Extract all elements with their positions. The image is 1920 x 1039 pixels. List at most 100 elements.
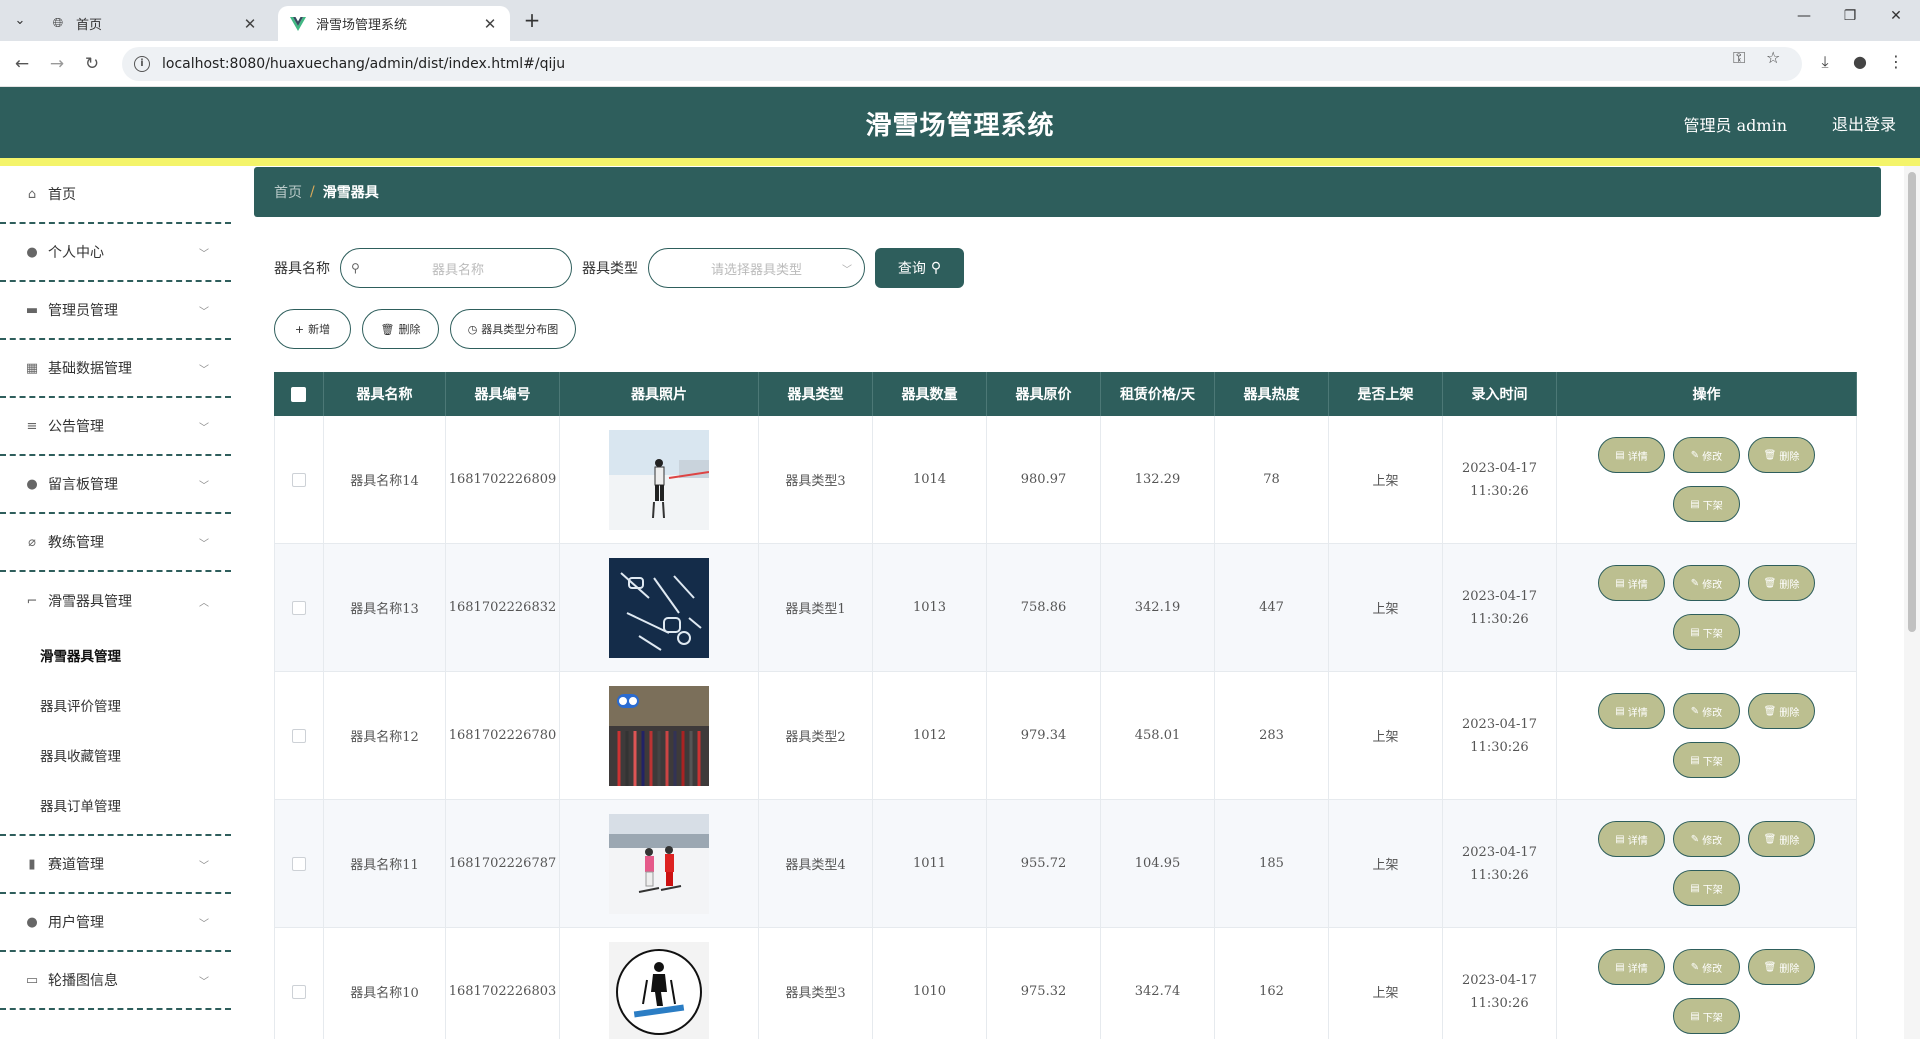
- detail-button[interactable]: ▤ 详情: [1598, 437, 1665, 473]
- password-key-icon[interactable]: ⚿: [1733, 48, 1745, 68]
- url-field[interactable]: i localhost:8080/huaxuechang/admin/dist/…: [122, 47, 1802, 81]
- equipment-rent-price: 104.95: [1101, 800, 1215, 927]
- column-header[interactable]: 器具数量: [873, 372, 987, 416]
- equipment-photo[interactable]: [609, 557, 709, 658]
- row-delete-button[interactable]: 🗑︎ 删除: [1748, 693, 1815, 729]
- submenu-item-equipment[interactable]: 滑雪器具管理: [0, 630, 231, 680]
- forward-icon[interactable]: →: [45, 52, 69, 76]
- close-window-icon[interactable]: ✕: [1876, 8, 1916, 32]
- row-checkbox[interactable]: [292, 728, 306, 743]
- detail-button[interactable]: ▤ 详情: [1598, 949, 1665, 985]
- row-checkbox-cell: [274, 544, 324, 671]
- sidebar-item-equipment[interactable]: ⌐ 滑雪器具管理 ︿: [0, 572, 231, 630]
- detail-button[interactable]: ▤ 详情: [1598, 821, 1665, 857]
- column-header[interactable]: 器具照片: [560, 372, 759, 416]
- doc-icon: ▤: [1690, 882, 1700, 894]
- name-search-input[interactable]: ⚲ 器具名称: [340, 248, 572, 288]
- edit-button[interactable]: ✎ 修改: [1673, 821, 1740, 857]
- equipment-photo-cell: [560, 544, 759, 671]
- logout-button[interactable]: 退出登录: [1832, 111, 1896, 135]
- bar-chart-icon: ▮: [28, 856, 36, 872]
- main-content: 首页 / 滑雪器具 器具名称 ⚲ 器具名称 器具类型 请选择器具类型 ﹀ 查询 …: [231, 166, 1900, 1039]
- sidebar-item-coaches[interactable]: ⌀ 教练管理 ﹀: [0, 514, 231, 572]
- detail-button-label: 详情: [1627, 963, 1648, 975]
- sidebar-item-carousel[interactable]: ▭ 轮播图信息 ﹀: [0, 952, 231, 1010]
- select-all-checkbox[interactable]: [291, 386, 306, 402]
- scrollbar-thumb[interactable]: [1908, 172, 1916, 632]
- reload-icon[interactable]: ↻: [80, 52, 104, 76]
- sidebar-item-users[interactable]: ● 用户管理 ﹀: [0, 894, 231, 952]
- chart-button-label: 器具类型分布图: [481, 323, 559, 336]
- delete-button[interactable]: 🗑︎ 删除: [362, 309, 439, 349]
- page-scrollbar[interactable]: [1904, 166, 1920, 1039]
- column-header[interactable]: 器具原价: [987, 372, 1101, 416]
- sidebar-item-notices[interactable]: ≡ 公告管理 ﹀: [0, 398, 231, 456]
- delete-button-label: 删除: [1779, 707, 1800, 719]
- sidebar-item-admins[interactable]: ▬ 管理员管理 ﹀: [0, 282, 231, 340]
- offline-button-label: 下架: [1702, 1012, 1723, 1024]
- sidebar-item-basic-data[interactable]: ▦ 基础数据管理 ﹀: [0, 340, 231, 398]
- close-tab-icon[interactable]: ✕: [482, 15, 498, 33]
- submenu-item-orders[interactable]: 器具订单管理: [0, 780, 231, 830]
- query-button[interactable]: 查询 ⚲: [875, 248, 964, 288]
- delete-button-label: 删除: [1779, 579, 1800, 591]
- column-header[interactable]: 是否上架: [1329, 372, 1443, 416]
- row-delete-button[interactable]: 🗑︎ 删除: [1748, 565, 1815, 601]
- menu-kebab-icon[interactable]: ⋮: [1884, 52, 1908, 76]
- sidebar-item-profile[interactable]: ● 个人中心 ﹀: [0, 224, 231, 282]
- equipment-photo[interactable]: [609, 941, 709, 1039]
- row-checkbox[interactable]: [292, 856, 306, 871]
- new-tab-button[interactable]: +: [520, 9, 544, 33]
- delete-button-label: 删除: [1779, 451, 1800, 463]
- profile-icon[interactable]: ●: [1848, 52, 1872, 76]
- type-select[interactable]: 请选择器具类型 ﹀: [648, 248, 865, 288]
- edit-button[interactable]: ✎ 修改: [1673, 437, 1740, 473]
- row-delete-button[interactable]: 🗑︎ 删除: [1748, 821, 1815, 857]
- offline-button[interactable]: ▤ 下架: [1673, 998, 1740, 1034]
- equipment-photo[interactable]: [609, 429, 709, 530]
- submenu-item-favorites[interactable]: 器具收藏管理: [0, 730, 231, 780]
- column-header[interactable]: 器具名称: [324, 372, 446, 416]
- row-delete-button[interactable]: 🗑︎ 删除: [1748, 437, 1815, 473]
- submenu-item-reviews[interactable]: 器具评价管理: [0, 680, 231, 730]
- edit-button[interactable]: ✎ 修改: [1673, 693, 1740, 729]
- browser-tab-home[interactable]: 🌐︎ 首页 ✕: [38, 6, 270, 41]
- minimize-icon[interactable]: —: [1784, 8, 1824, 32]
- offline-button[interactable]: ▤ 下架: [1673, 486, 1740, 522]
- offline-button-label: 下架: [1702, 628, 1723, 640]
- type-distribution-chart-button[interactable]: ◷ 器具类型分布图: [450, 309, 576, 349]
- row-checkbox[interactable]: [292, 984, 306, 999]
- sidebar-item-messages[interactable]: ● 留言板管理 ﹀: [0, 456, 231, 514]
- offline-button[interactable]: ▤ 下架: [1673, 742, 1740, 778]
- close-tab-icon[interactable]: ✕: [242, 15, 258, 33]
- column-header[interactable]: 器具类型: [759, 372, 873, 416]
- detail-button[interactable]: ▤ 详情: [1598, 693, 1665, 729]
- row-delete-button[interactable]: 🗑︎ 删除: [1748, 949, 1815, 985]
- download-icon[interactable]: ⤓: [1813, 52, 1837, 76]
- search-icon: ⚲: [930, 260, 942, 276]
- restore-icon[interactable]: ❐: [1830, 8, 1870, 32]
- equipment-photo[interactable]: [609, 685, 709, 786]
- row-checkbox[interactable]: [292, 600, 306, 615]
- row-checkbox[interactable]: [292, 472, 306, 487]
- back-icon[interactable]: ←: [10, 52, 34, 76]
- column-header[interactable]: 租赁价格/天: [1101, 372, 1215, 416]
- equipment-photo[interactable]: [609, 813, 709, 914]
- offline-button[interactable]: ▤ 下架: [1673, 614, 1740, 650]
- sidebar-item-tracks[interactable]: ▮ 赛道管理 ﹀: [0, 836, 231, 894]
- column-header[interactable]: 器具编号: [446, 372, 560, 416]
- offline-button[interactable]: ▤ 下架: [1673, 870, 1740, 906]
- tab-search-chevron-icon[interactable]: ⌄: [8, 8, 32, 32]
- edit-button[interactable]: ✎ 修改: [1673, 949, 1740, 985]
- sidebar-item-label: 基础数据管理: [48, 361, 132, 377]
- site-info-icon[interactable]: i: [134, 56, 150, 72]
- edit-button[interactable]: ✎ 修改: [1673, 565, 1740, 601]
- browser-tab-app[interactable]: 滑雪场管理系统 ✕: [278, 6, 510, 41]
- bookmark-star-icon[interactable]: ☆: [1766, 48, 1780, 67]
- breadcrumb-home[interactable]: 首页: [274, 182, 302, 202]
- sidebar-item-home[interactable]: ⌂ 首页: [0, 166, 231, 224]
- column-header[interactable]: 器具热度: [1215, 372, 1329, 416]
- detail-button[interactable]: ▤ 详情: [1598, 565, 1665, 601]
- column-header[interactable]: 录入时间: [1443, 372, 1557, 416]
- add-button[interactable]: + 新增: [274, 309, 351, 349]
